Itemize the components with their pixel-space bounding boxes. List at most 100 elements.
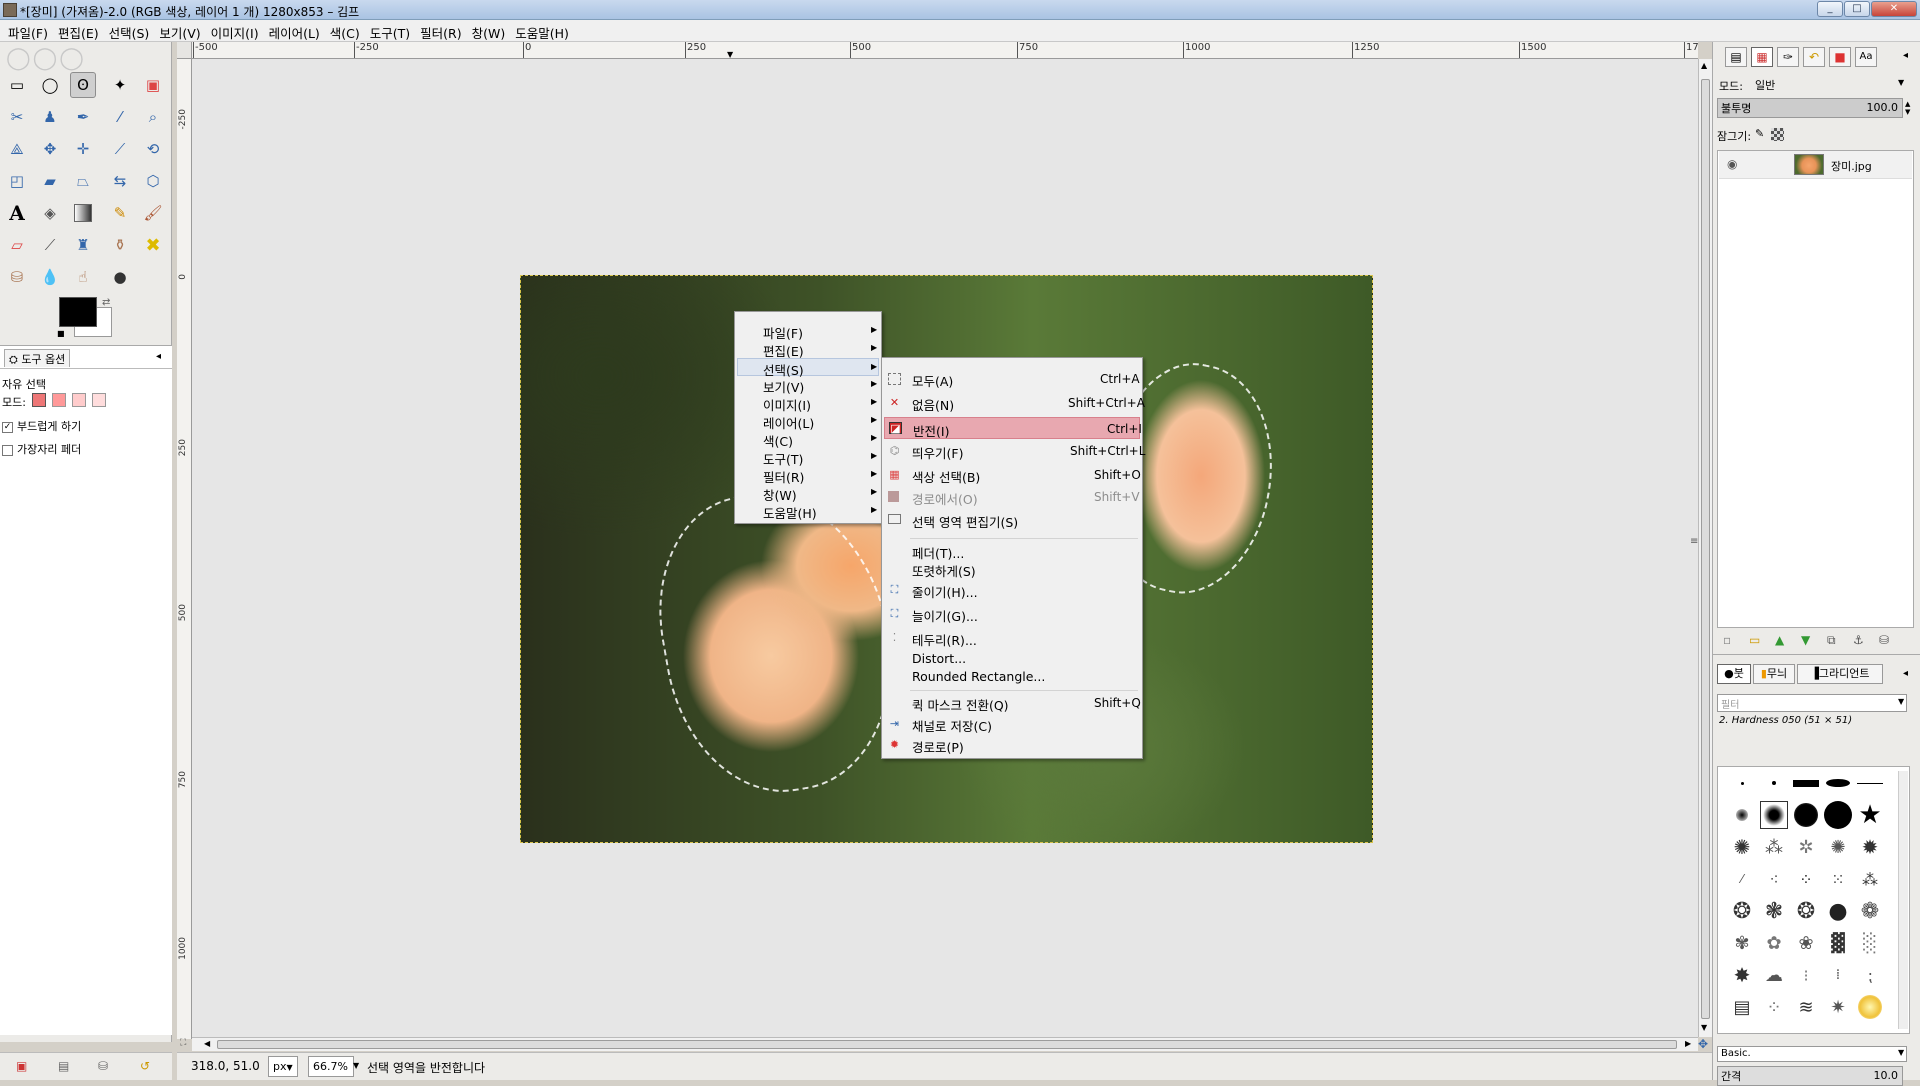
menu-layer[interactable]: 레이어(L) <box>264 20 325 42</box>
brush-thumbnail[interactable]: ❂ <box>1792 897 1820 925</box>
ellipse-select-tool-icon[interactable]: ◯ <box>37 72 63 98</box>
brush-thumbnail[interactable]: ⁝ <box>1792 961 1820 989</box>
menu-select[interactable]: 선택(S) <box>104 20 155 42</box>
scissors-tool-icon[interactable]: ✂ <box>4 104 30 130</box>
pencil-tool-icon[interactable]: ✎ <box>107 200 133 226</box>
panel-menu-icon[interactable]: ◂ <box>156 351 161 362</box>
brush-thumbnail[interactable]: ⁞ <box>1824 961 1852 989</box>
raise-layer-icon[interactable]: ▲ <box>1775 633 1784 647</box>
mode-replace-icon[interactable] <box>32 393 46 407</box>
horizontal-scrollbar[interactable]: ⛶ ◀ ▶ <box>180 1037 1698 1051</box>
context-menu-item[interactable]: 이미지(I) ▶ <box>737 394 879 413</box>
chevron-down-icon[interactable]: ▼ <box>1898 697 1904 706</box>
unit-select[interactable]: px▼ <box>268 1056 298 1077</box>
fonts-tab-icon[interactable]: Aa <box>1855 47 1877 67</box>
save-options-icon[interactable]: ▣ <box>16 1059 27 1073</box>
scroll-down-icon[interactable]: ▼ <box>1701 1023 1707 1032</box>
quick-mask-toggle-icon[interactable]: ⛶ <box>180 1038 186 1048</box>
bucket-fill-tool-icon[interactable]: ◈ <box>37 200 63 226</box>
scale-tool-icon[interactable]: ◰ <box>4 168 30 194</box>
horizontal-scroll-thumb[interactable] <box>217 1040 1677 1049</box>
brush-thumbnail[interactable]: ✹ <box>1856 833 1884 861</box>
float-item[interactable]: ⌬ 띄우기(F) Shift+Ctrl+L <box>884 442 1146 461</box>
navigate-icon[interactable]: ✥ <box>1698 1037 1712 1051</box>
feather-row[interactable]: 가장자리 페더 <box>2 441 81 457</box>
brush-thumbnail[interactable]: ⁘ <box>1760 993 1788 1021</box>
brush-thumbnail[interactable]: ⁖ <box>1760 865 1788 893</box>
brush-thumbnail[interactable]: ✺ <box>1728 833 1756 861</box>
brush-thumbnail[interactable] <box>1760 769 1788 797</box>
brush-thumbnail[interactable]: ≋ <box>1792 993 1820 1021</box>
dock-menu-icon[interactable]: ◂ <box>1903 50 1908 61</box>
scroll-right-icon[interactable]: ▶ <box>1685 1039 1691 1048</box>
to-path-item[interactable]: ✹ 경로로(P) <box>884 736 1140 756</box>
brush-thumbnail[interactable]: ❀ <box>1792 929 1820 957</box>
mode-add-icon[interactable] <box>52 393 66 407</box>
flip-tool-icon[interactable]: ⇆ <box>107 168 133 194</box>
zoom-select[interactable]: 66.7% <box>308 1056 354 1077</box>
select-all-item[interactable]: 모두(A) Ctrl+A <box>884 370 1140 389</box>
brush-thumbnail[interactable]: ⁂ <box>1856 865 1884 893</box>
clone-tool-icon[interactable]: ⚱ <box>107 232 133 258</box>
distort-item[interactable]: Distort... <box>884 650 1140 668</box>
brush-thumbnail[interactable]: ▓ <box>1824 929 1852 957</box>
brush-thumbnail[interactable]: ✺ <box>1824 833 1852 861</box>
scroll-up-icon[interactable]: ▲ <box>1701 61 1707 70</box>
paths-tool-icon[interactable]: ✒ <box>70 104 96 130</box>
paths-tab-icon[interactable]: ✑ <box>1777 47 1799 67</box>
grow-item[interactable]: ⛶ 늘이기(G)... <box>884 605 1140 625</box>
patterns-tab[interactable]: ▮무늬 <box>1753 664 1795 684</box>
vertical-scroll-thumb[interactable] <box>1701 79 1710 1019</box>
eye-icon[interactable]: ◉ <box>1727 157 1737 171</box>
foreground-select-tool-icon[interactable]: ♟ <box>37 104 63 130</box>
brush-filter-input[interactable]: 필터 <box>1717 694 1907 712</box>
brush-thumbnail[interactable] <box>1728 801 1756 829</box>
brush-thumbnail[interactable] <box>1792 769 1820 797</box>
antialias-checkbox[interactable]: ✓ <box>2 421 13 433</box>
colormap-tab-icon[interactable]: ■ <box>1829 47 1851 67</box>
select-none-item[interactable]: ✕ 없음(N) Shift+Ctrl+A <box>884 394 1145 413</box>
shrink-item[interactable]: ⛶ 줄이기(H)... <box>884 581 1140 601</box>
lock-alpha-icon[interactable] <box>1771 128 1784 141</box>
menu-tools[interactable]: 도구(T) <box>365 20 415 42</box>
duplicate-layer-icon[interactable]: ⧉ <box>1827 633 1836 648</box>
opacity-slider[interactable]: 불투명 100.0 <box>1717 98 1903 118</box>
zoom-dropdown-icon[interactable]: ▼ <box>353 1061 359 1070</box>
heal-tool-icon[interactable]: ✖ <box>140 232 166 258</box>
select-by-color-tool-icon[interactable]: ▣ <box>140 72 166 98</box>
menu-image[interactable]: 이미지(I) <box>206 20 264 42</box>
menu-view[interactable]: 보기(V) <box>154 20 205 42</box>
rotate-tool-icon[interactable]: ⟲ <box>140 136 166 162</box>
invert-selection-item[interactable]: ◪ 반전(I) Ctrl+I <box>884 417 1142 439</box>
fuzzy-select-tool-icon[interactable]: ✦ <box>107 72 133 98</box>
brush-thumbnail[interactable]: ❂ <box>1728 897 1756 925</box>
gradients-tab[interactable]: ▐그라디언트 <box>1797 664 1883 684</box>
brush-thumbnail[interactable]: ● <box>1824 897 1852 925</box>
context-menu-item[interactable]: 레이어(L) ▶ <box>737 412 879 431</box>
selection-editor-item[interactable]: 선택 영역 편집기(S) <box>884 511 1140 530</box>
blend-tool-icon[interactable] <box>70 200 96 226</box>
crop-tool-icon[interactable]: ⟋ <box>107 136 133 162</box>
brush-thumbnail[interactable]: ✲ <box>1792 833 1820 861</box>
dodge-burn-tool-icon[interactable]: ● <box>107 264 133 290</box>
brushes-tab[interactable]: ●붓 <box>1717 664 1751 684</box>
swap-colors-icon[interactable]: ⇄ <box>102 297 110 308</box>
default-colors-icon[interactable]: ■ <box>57 329 65 338</box>
foreground-color-swatch[interactable] <box>59 297 97 327</box>
rounded-rectangle-item[interactable]: Rounded Rectangle... <box>884 668 1140 686</box>
context-menu-item[interactable]: 파일(F) ▶ <box>737 322 879 341</box>
brush-thumbnail[interactable]: ✾ <box>1728 929 1756 957</box>
menu-colors[interactable]: 색(C) <box>325 20 365 42</box>
context-menu-item[interactable]: 편집(E) ▶ <box>737 340 879 359</box>
brush-thumbnail[interactable]: ✿ <box>1760 929 1788 957</box>
mode-subtract-icon[interactable] <box>72 393 86 407</box>
sharpen-item[interactable]: 또렷하게(S) <box>884 560 1140 579</box>
tool-options-tab[interactable]: ⛭ 도구 옵션 <box>4 349 71 367</box>
vertical-scrollbar[interactable]: ▲ ▼ <box>1698 59 1712 1037</box>
feather-item[interactable]: 페더(T)... <box>884 542 1140 561</box>
brush-thumbnail[interactable]: ✷ <box>1824 993 1852 1021</box>
quick-mask-item[interactable]: 퀵 마스크 전환(Q) Shift+Q <box>884 694 1141 713</box>
menu-windows[interactable]: 창(W) <box>467 20 511 42</box>
perspective-clone-tool-icon[interactable]: ⛁ <box>4 264 30 290</box>
eraser-tool-icon[interactable]: ▱ <box>4 232 30 258</box>
